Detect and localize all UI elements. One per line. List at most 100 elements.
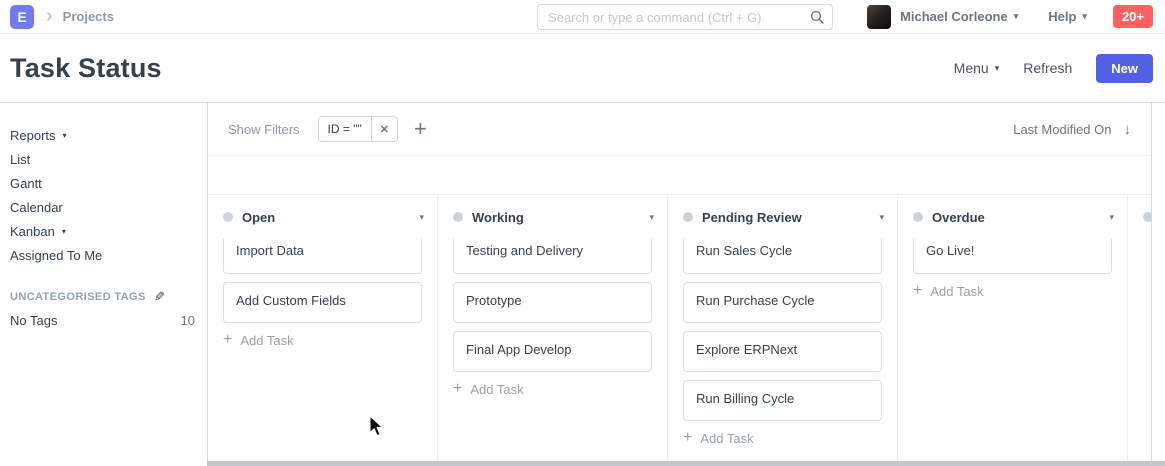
help-label: Help [1048,9,1076,24]
kanban-column-header: Open ▾ [208,195,437,239]
sort-by-selector[interactable]: Last Modified On [1013,122,1111,137]
content-area: Reports ▾ List Gantt Calendar Kanban ▾ A… [0,103,1165,465]
list-spacer-row [208,156,1151,195]
kanban-column-body [1128,239,1151,465]
kanban-column-header: Overdue ▾ [898,195,1127,239]
sidebar-item-reports[interactable]: Reports ▾ [10,123,195,147]
refresh-button[interactable]: Refresh [1023,60,1072,76]
filter-remove-icon[interactable]: ✕ [371,117,397,141]
help-dropdown[interactable]: Help ▾ [1048,9,1087,24]
filter-bar: Show Filters ID = "" ✕ + Last Modified O… [208,103,1151,156]
add-task-label: Add Task [930,284,983,299]
column-menu-icon[interactable]: ▾ [1109,212,1114,223]
kanban-card[interactable]: Add Custom Fields [223,282,422,323]
show-filters-toggle[interactable]: Show Filters [228,122,300,137]
kanban-board: Open ▾ Import Data Add Custom Fields + A… [208,195,1151,465]
column-indicator-dot [683,212,693,222]
add-filter-icon[interactable]: + [414,118,427,140]
sidebar-item-calendar[interactable]: Calendar [10,195,195,219]
kanban-card[interactable]: Testing and Delivery [453,239,652,274]
new-button[interactable]: New [1096,54,1153,83]
column-indicator-dot [1143,212,1151,222]
chevron-right-icon: › [46,6,53,26]
page-title: Task Status [10,53,162,84]
kanban-column-body: Go Live! + Add Task [898,239,1127,465]
kanban-card[interactable]: Go Live! [913,239,1112,274]
caret-down-icon: ▾ [62,228,66,236]
kanban-card[interactable]: Run Billing Cycle [683,380,882,421]
kanban-card[interactable]: Prototype [453,282,652,323]
column-title: Open [242,210,275,225]
user-avatar[interactable] [867,5,891,29]
user-dropdown[interactable]: Michael Corleone ▾ [900,9,1018,24]
kanban-column-partial [1128,195,1151,465]
caret-down-icon: ▾ [63,132,67,140]
navbar: E › Projects Michael Corleone ▾ Help ▾ 2… [0,0,1165,34]
kanban-card[interactable]: Run Purchase Cycle [683,282,882,323]
column-title: Overdue [932,210,985,225]
sidebar-item-label: Kanban [10,224,55,239]
sidebar-item-no-tags[interactable]: No Tags 10 [10,313,195,328]
tags-section-header: UNCATEGORISED TAGS ✎ [10,289,195,305]
tags-heading: UNCATEGORISED TAGS [10,291,146,303]
caret-down-icon: ▾ [1014,12,1019,21]
add-task-label: Add Task [700,431,753,446]
sort-direction-icon[interactable]: ↓ [1124,122,1132,137]
sidebar-item-label: Reports [10,128,56,143]
sidebar-item-assigned-to-me[interactable]: Assigned To Me [10,243,195,267]
add-task-button[interactable]: + Add Task [453,381,652,397]
kanban-card[interactable]: Explore ERPNext [683,331,882,372]
caret-down-icon: ▾ [1082,12,1087,21]
column-menu-icon[interactable]: ▾ [649,212,654,223]
kanban-card[interactable]: Final App Develop [453,331,652,372]
sidebar-item-kanban[interactable]: Kanban ▾ [10,219,195,243]
column-indicator-dot [453,212,463,222]
sidebar: Reports ▾ List Gantt Calendar Kanban ▾ A… [0,103,207,465]
page-head: Task Status Menu ▾ Refresh New [0,34,1165,103]
sort-group: Last Modified On ↓ [1013,122,1131,137]
plus-icon: + [913,283,922,299]
kanban-card[interactable]: Import Data [223,239,422,274]
column-menu-icon[interactable]: ▾ [879,212,884,223]
sidebar-item-list[interactable]: List [10,147,195,171]
sidebar-item-label: Assigned To Me [10,248,102,263]
right-margin [1152,103,1164,465]
erpnext-logo[interactable]: E [10,5,34,29]
kanban-column-body: Import Data Add Custom Fields + Add Task [208,239,437,465]
filter-chip-label[interactable]: ID = "" [319,117,371,141]
menu-dropdown[interactable]: Menu ▾ [954,60,1000,76]
search-input[interactable] [538,10,806,25]
column-title: Working [472,210,524,225]
add-task-button[interactable]: + Add Task [913,283,1112,299]
main-panel: Show Filters ID = "" ✕ + Last Modified O… [207,103,1152,465]
search-icon[interactable] [806,10,828,24]
sidebar-item-gantt[interactable]: Gantt [10,171,195,195]
horizontal-scrollbar[interactable] [207,461,1165,466]
plus-icon: + [683,430,692,446]
kanban-card[interactable]: Run Sales Cycle [683,239,882,274]
kanban-column-header: Working ▾ [438,195,667,239]
menu-label: Menu [954,60,989,76]
caret-down-icon: ▾ [995,64,1000,73]
edit-tags-icon[interactable]: ✎ [154,289,165,305]
kanban-column-overdue: Overdue ▾ Go Live! + Add Task [898,195,1128,465]
tag-label: No Tags [10,313,57,328]
kanban-column-body: Testing and Delivery Prototype Final App… [438,239,667,465]
sidebar-item-label: Gantt [10,176,42,191]
breadcrumb[interactable]: Projects [63,9,114,24]
add-task-button[interactable]: + Add Task [223,332,422,348]
kanban-column-body: Run Sales Cycle Run Purchase Cycle Explo… [668,239,897,465]
column-indicator-dot [913,212,923,222]
add-task-label: Add Task [470,382,523,397]
column-menu-icon[interactable]: ▾ [419,212,424,223]
add-task-label: Add Task [240,333,293,348]
user-name: Michael Corleone [900,9,1008,24]
filter-chip: ID = "" ✕ [318,116,398,142]
plus-icon: + [453,381,462,397]
plus-icon: + [223,332,232,348]
sidebar-item-label: List [10,152,30,167]
global-search [537,4,833,30]
app-window: E › Projects Michael Corleone ▾ Help ▾ 2… [0,0,1165,466]
notifications-badge[interactable]: 20+ [1113,5,1153,29]
add-task-button[interactable]: + Add Task [683,430,882,446]
